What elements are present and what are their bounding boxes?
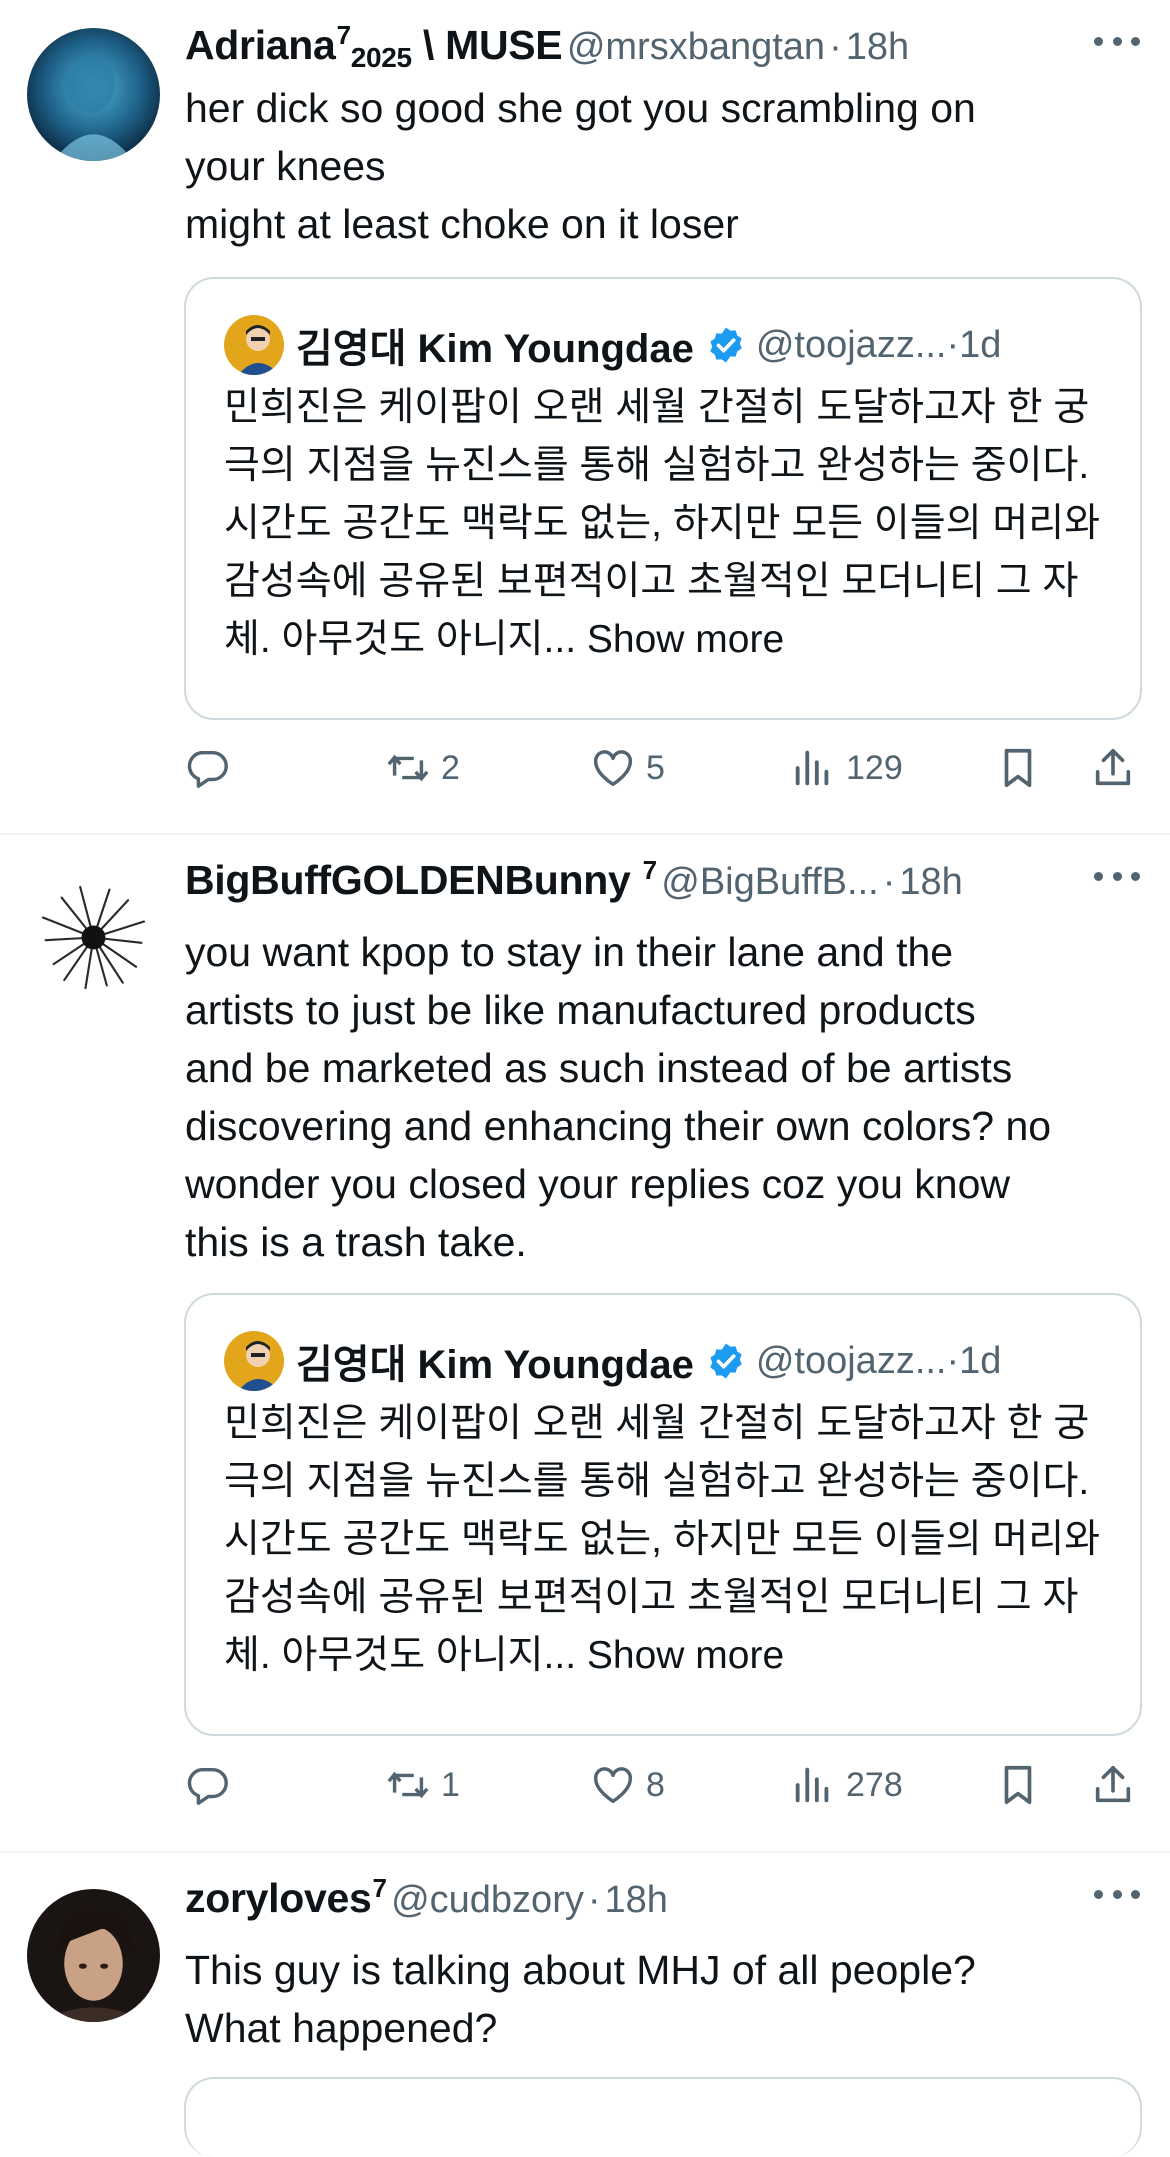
like-button[interactable]: 5 — [590, 738, 665, 798]
quote-tweet[interactable]: 김영대 Kim Youngdae @toojazz... · 1d 민희진은 케이팝… — [184, 1293, 1142, 1736]
repost-icon — [387, 754, 429, 782]
quote-tweet[interactable]: 김영대 Kim Youngdae @toojazz... · 1d 민희진은 케이팝… — [184, 277, 1142, 720]
like-count: 5 — [646, 748, 665, 787]
user-handle[interactable]: @mrsxbangtan — [567, 26, 825, 68]
avatar[interactable] — [27, 28, 160, 161]
show-more-link[interactable]: Show more — [587, 1634, 784, 1677]
repost-button[interactable]: 1 — [385, 1755, 460, 1815]
repost-count: 2 — [441, 748, 460, 787]
quoted-display-name[interactable]: 김영대 Kim Youngdae — [296, 1332, 694, 1390]
views-count: 278 — [846, 1765, 903, 1804]
bookmark-icon — [1004, 748, 1032, 788]
reply-button[interactable] — [185, 738, 231, 798]
quoted-timestamp[interactable]: 1d — [959, 1340, 1001, 1383]
separator: · — [829, 26, 842, 68]
verified-badge-icon — [710, 327, 742, 363]
avatar[interactable] — [27, 1889, 160, 2022]
heart-icon — [594, 1767, 632, 1804]
separator: · — [882, 861, 896, 903]
reply-button[interactable] — [185, 1755, 231, 1815]
verified-badge-icon — [710, 1343, 742, 1379]
views-bar-chart-icon — [795, 750, 829, 786]
tweet[interactable]: zoryloves7 @cudbzory · 18h This guy is tal… — [0, 1853, 1170, 2157]
tweet-header: BigBuffGOLDENBunny 7 @BigBuffB... · 18h — [185, 855, 1170, 911]
views-count: 129 — [846, 748, 903, 787]
tweet-actions: 2 5 129 — [185, 738, 1145, 798]
timestamp[interactable]: 18h — [846, 26, 909, 68]
quoted-handle[interactable]: @toojazz... — [756, 324, 947, 367]
tweet-header: zoryloves7 @cudbzory · 18h — [185, 1873, 1170, 1929]
reply-icon — [187, 750, 228, 788]
display-name[interactable]: BigBuffGOLDENBunny 7 — [185, 855, 657, 903]
quote-tweet[interactable] — [184, 2077, 1142, 2157]
like-count: 8 — [646, 1765, 665, 1804]
views-button[interactable]: 129 — [790, 738, 903, 798]
tweet-header: Adriana72025 \ MUSE @mrsxbangtan · 18h — [185, 20, 1170, 76]
views-bar-chart-icon — [795, 1767, 829, 1803]
show-more-link[interactable]: Show more — [587, 618, 784, 661]
heart-icon — [594, 750, 632, 787]
separator: · — [946, 323, 960, 366]
quoted-text: 민희진은 케이팝이 오랜 세월 간절히 도달하고자 한 궁극의 지점을 뉴진스를… — [224, 1402, 1101, 1677]
avatar[interactable] — [27, 871, 160, 1004]
tweet-text: her dick so good she got you scrambling … — [185, 85, 976, 247]
user-handle[interactable]: @BigBuffB... — [661, 861, 878, 903]
more-dots-icon[interactable] — [1094, 1879, 1140, 1909]
display-name[interactable]: zoryloves7 — [185, 1873, 387, 1921]
tweet[interactable]: BigBuffGOLDENBunny 7 @BigBuffB... · 18h yo… — [0, 835, 1170, 1850]
quoted-timestamp[interactable]: 1d — [959, 324, 1001, 367]
display-name[interactable]: Adriana72025 \ MUSE — [185, 20, 563, 73]
quoted-display-name[interactable]: 김영대 Kim Youngdae — [296, 316, 694, 374]
timestamp[interactable]: 18h — [605, 1879, 668, 1921]
quoted-text: 민희진은 케이팝이 오랜 세월 간절히 도달하고자 한 궁극의 지점을 뉴진스를… — [224, 386, 1101, 661]
reply-icon — [187, 1767, 228, 1805]
share-button[interactable] — [1090, 1755, 1136, 1815]
like-button[interactable]: 8 — [590, 1755, 665, 1815]
more-dots-icon[interactable] — [1094, 861, 1140, 891]
tweet-text: you want kpop to stay in their lane and … — [185, 929, 1052, 1265]
more-dots-icon[interactable] — [1094, 26, 1140, 56]
share-icon — [1095, 748, 1131, 786]
repost-button[interactable]: 2 — [385, 738, 460, 798]
avatar[interactable] — [224, 315, 284, 375]
tweet-text: This guy is talking about MHJ of all peo… — [185, 1947, 976, 2051]
timestamp[interactable]: 18h — [899, 861, 962, 903]
separator: · — [587, 1879, 601, 1921]
share-icon — [1095, 1765, 1131, 1803]
repost-count: 1 — [441, 1765, 460, 1804]
views-button[interactable]: 278 — [790, 1755, 903, 1815]
separator: · — [946, 1339, 960, 1382]
share-button[interactable] — [1090, 738, 1136, 798]
repost-icon — [387, 1771, 429, 1799]
quoted-handle[interactable]: @toojazz... — [756, 1340, 947, 1383]
bookmark-icon — [1004, 1765, 1032, 1805]
tweet-actions: 1 8 278 — [185, 1755, 1145, 1815]
bookmark-button[interactable] — [995, 738, 1041, 798]
tweet[interactable]: Adriana72025 \ MUSE @mrsxbangtan · 18h her… — [0, 0, 1170, 832]
avatar[interactable] — [224, 1331, 284, 1391]
bookmark-button[interactable] — [995, 1755, 1041, 1815]
user-handle[interactable]: @cudbzory — [391, 1879, 584, 1921]
